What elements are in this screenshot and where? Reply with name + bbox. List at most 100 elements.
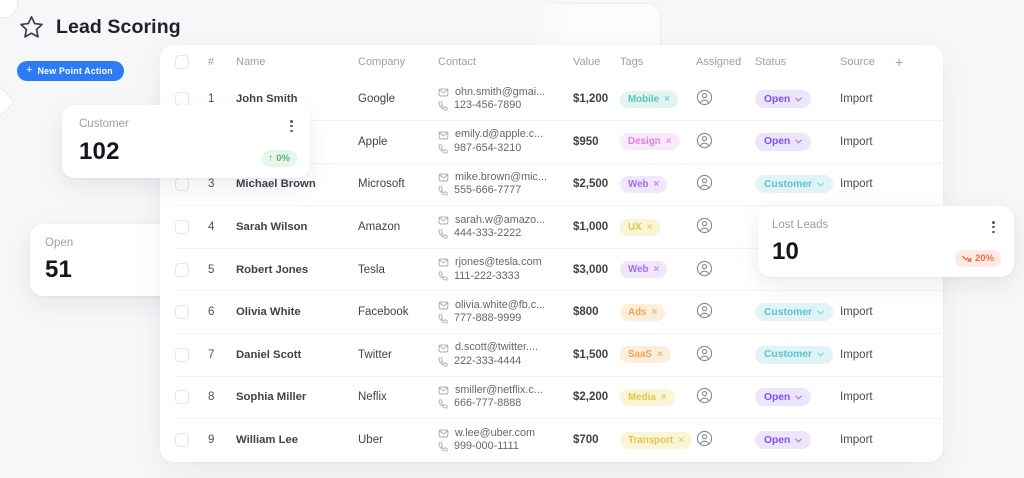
row-checkbox[interactable] (175, 177, 189, 191)
row-number: 9 (208, 419, 236, 462)
lead-email: emily.d@apple.c... (438, 128, 573, 142)
tag-label: SaaS (628, 349, 652, 360)
tag-remove-icon[interactable]: × (664, 94, 670, 105)
lead-name: Sarah Wilson (236, 206, 358, 249)
tag-remove-icon[interactable]: × (678, 435, 684, 446)
row-checkbox[interactable] (175, 305, 189, 319)
phone-icon (438, 144, 448, 154)
company-name: Tesla (358, 248, 438, 291)
assigned-user-icon[interactable] (696, 260, 713, 277)
tag-pill[interactable]: SaaS × (620, 346, 671, 363)
assigned-user-icon[interactable] (696, 345, 713, 362)
tag-pill[interactable]: Media × (620, 389, 675, 406)
row-checkbox[interactable] (175, 390, 189, 404)
assigned-user-icon[interactable] (696, 430, 713, 447)
assigned-user-icon[interactable] (696, 217, 713, 234)
lead-email: mike.brown@mic... (438, 171, 573, 185)
tag-label: Web (628, 264, 649, 275)
status-badge[interactable]: Customer (755, 303, 833, 321)
row-checkbox[interactable] (175, 433, 189, 447)
lost-leads-stat-card: Lost Leads 10 20% (758, 206, 1014, 277)
tag-pill[interactable]: Web × (620, 261, 667, 278)
status-label: Open (764, 435, 790, 446)
company-name: Amazon (358, 206, 438, 249)
star-icon[interactable] (18, 14, 45, 41)
kebab-menu-icon[interactable] (287, 117, 296, 135)
phone-icon (438, 399, 448, 409)
row-number: 6 (208, 291, 236, 334)
add-column-icon[interactable]: + (895, 45, 943, 78)
chevron-down-icon (817, 352, 824, 357)
phone-icon (438, 101, 448, 111)
tag-pill[interactable]: Design × (620, 133, 680, 150)
lead-name: Daniel Scott (236, 334, 358, 377)
lead-scoring-page: Lead Scoring + New Point Action Open 51 … (0, 0, 1024, 478)
lead-value: $950 (573, 121, 620, 164)
row-checkbox[interactable] (175, 92, 189, 106)
assigned-user-icon[interactable] (696, 89, 713, 106)
tag-remove-icon[interactable]: × (666, 136, 672, 147)
status-label: Open (764, 392, 790, 403)
tag-remove-icon[interactable]: × (654, 264, 660, 275)
status-badge[interactable]: Customer (755, 175, 833, 193)
select-all-checkbox[interactable] (175, 55, 189, 69)
tag-pill[interactable]: Mobile × (620, 91, 678, 108)
tag-remove-icon[interactable]: × (661, 392, 667, 403)
row-checkbox[interactable] (175, 263, 189, 277)
tag-pill[interactable]: Web × (620, 176, 667, 193)
row-number: 4 (208, 206, 236, 249)
email-icon (438, 130, 449, 141)
column-header-value: Value (573, 45, 620, 78)
lead-phone: 666-777-8888 (438, 397, 573, 411)
lead-email: sarah.w@amazo... (438, 214, 573, 228)
email-icon (438, 385, 449, 396)
status-badge[interactable]: Open (755, 90, 811, 108)
tag-pill[interactable]: UX × (620, 219, 660, 236)
status-badge[interactable]: Open (755, 388, 811, 406)
lead-value: $2,200 (573, 376, 620, 419)
lead-phone: 111-222-3333 (438, 270, 573, 284)
tag-remove-icon[interactable]: × (652, 307, 658, 318)
assigned-user-icon[interactable] (696, 387, 713, 404)
chevron-down-icon (817, 310, 824, 315)
row-checkbox[interactable] (175, 348, 189, 362)
tag-remove-icon[interactable]: × (654, 179, 660, 190)
card-value: 102 (79, 138, 120, 166)
arrow-up-icon: ↑ (269, 153, 274, 164)
phone-icon (438, 357, 448, 367)
kebab-menu-icon[interactable] (989, 218, 998, 236)
company-name: Uber (358, 419, 438, 462)
table-row: 8 Sophia Miller Neflix smiller@netflix.c… (175, 376, 943, 419)
lead-phone: 123-456-7890 (438, 99, 573, 113)
lead-email: d.scott@twitter.... (438, 341, 573, 355)
status-label: Customer (764, 349, 812, 360)
lead-phone: 999-000-1111 (438, 440, 573, 454)
company-name: Google (358, 78, 438, 121)
assigned-user-icon[interactable] (696, 132, 713, 149)
lead-value: $2,500 (573, 163, 620, 206)
company-name: Facebook (358, 291, 438, 334)
assigned-user-icon[interactable] (696, 302, 713, 319)
status-badge[interactable]: Open (755, 133, 811, 151)
status-label: Open (764, 136, 790, 147)
column-header-company: Company (358, 45, 438, 78)
background-diamond-shape (0, 84, 15, 119)
tag-pill[interactable]: Transport × (620, 432, 692, 449)
status-badge[interactable]: Customer (755, 346, 833, 364)
lead-value: $3,000 (573, 248, 620, 291)
status-badge[interactable]: Open (755, 431, 811, 449)
row-checkbox[interactable] (175, 220, 189, 234)
tag-pill[interactable]: Ads × (620, 304, 665, 321)
lead-phone: 987-654-3210 (438, 142, 573, 156)
tag-remove-icon[interactable]: × (657, 349, 663, 360)
new-point-action-button[interactable]: + New Point Action (17, 61, 124, 81)
assigned-user-icon[interactable] (696, 174, 713, 191)
card-value: 10 (772, 238, 799, 266)
tag-remove-icon[interactable]: × (647, 222, 653, 233)
column-header-assigned: Assigned (696, 45, 755, 78)
trend-badge: 20% (955, 250, 1001, 267)
phone-icon (438, 229, 448, 239)
status-label: Customer (764, 179, 812, 190)
email-icon (438, 172, 449, 183)
tag-label: Design (628, 136, 661, 147)
